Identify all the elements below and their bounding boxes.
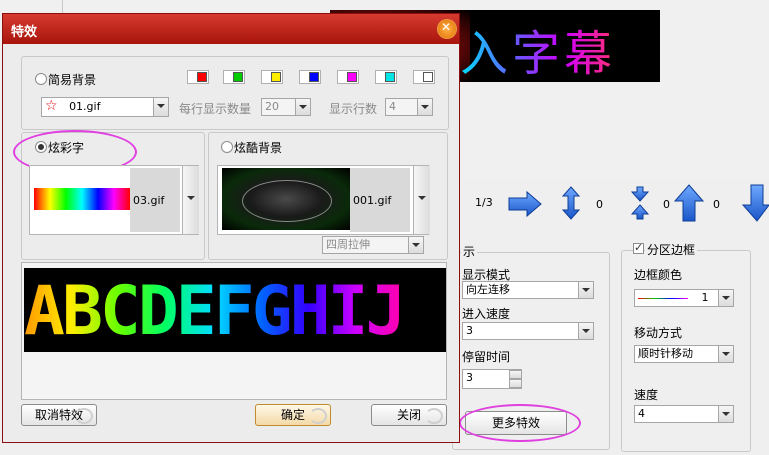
bubble-shape xyxy=(242,180,332,222)
border-speed-select[interactable]: 4 xyxy=(634,405,734,423)
converge-count: 0 xyxy=(663,198,670,211)
chevron-down-icon xyxy=(408,237,423,253)
spinner-down-button[interactable] xyxy=(509,379,522,388)
dialog-titlebar[interactable]: 特效 xyxy=(3,14,459,44)
scrollbar[interactable] xyxy=(413,166,430,234)
swatch-blue[interactable] xyxy=(299,70,321,84)
border-legend: 分区边框 xyxy=(645,241,698,258)
stretch-mode-select[interactable]: 四周拉伸 xyxy=(322,236,424,254)
per-row-select[interactable]: 20 xyxy=(261,98,311,116)
cool-bg-file: 001.gif xyxy=(353,194,392,207)
per-row-label: 每行显示数量 xyxy=(179,102,252,116)
rows-select[interactable]: 4 xyxy=(385,98,433,116)
display-legend: 示 xyxy=(461,243,478,260)
swatch-green[interactable] xyxy=(223,70,245,84)
more-effects-highlight xyxy=(459,404,581,442)
effect-preview-panel: ABCDEFGHIJ xyxy=(21,262,447,400)
swatch-white[interactable] xyxy=(413,70,435,84)
chevron-down-icon xyxy=(718,290,733,306)
border-speed-label: 速度 xyxy=(634,388,659,402)
enter-speed-select[interactable]: 3 xyxy=(462,322,594,340)
cool-bg-thumbnail xyxy=(222,168,350,230)
swirl-decoration-icon xyxy=(75,408,93,424)
scrollbar[interactable] xyxy=(182,166,199,234)
simple-bg-panel xyxy=(21,56,449,130)
up-count: 0 xyxy=(713,198,720,211)
swatch-yellow[interactable] xyxy=(261,70,283,84)
preview-text: ABCDEFGHIJ xyxy=(24,272,406,351)
chevron-down-icon xyxy=(153,98,168,116)
chevron-down-icon xyxy=(417,99,432,115)
chevron-down-icon xyxy=(578,282,593,298)
arrow-up-icon[interactable] xyxy=(674,184,704,222)
swatch-red[interactable] xyxy=(187,70,209,84)
page-indicator: 1/3 xyxy=(475,196,493,209)
arrow-converge-icon[interactable] xyxy=(630,186,650,220)
banner-text: 入字幕 xyxy=(460,14,616,82)
cool-bg-radio[interactable] xyxy=(221,141,233,153)
colorful-text-file: 03.gif xyxy=(133,194,165,207)
close-button[interactable]: 关闭 xyxy=(371,404,447,426)
swatch-magenta[interactable] xyxy=(337,70,359,84)
arrow-down-icon[interactable] xyxy=(742,184,769,222)
preview-canvas: ABCDEFGHIJ xyxy=(24,268,446,352)
chevron-down-icon xyxy=(578,323,593,339)
enter-speed-label: 进入速度 xyxy=(462,307,511,321)
border-color-select[interactable]: 1 xyxy=(634,289,734,307)
cool-bg-label: 炫酷背景 xyxy=(234,141,283,155)
color-line-preview xyxy=(638,297,688,299)
rainbow-thumbnail xyxy=(34,188,130,210)
cool-bg-picker[interactable]: 001.gif xyxy=(217,165,430,235)
updown-count: 0 xyxy=(596,198,603,211)
border-color-label: 边框颜色 xyxy=(634,268,683,282)
move-mode-label: 移动方式 xyxy=(634,326,683,340)
close-icon[interactable] xyxy=(437,19,457,39)
effects-dialog: 特效 简易背景 ☆ 01.gif 每行显示数量 20 显示行数 4 炫彩字 03… xyxy=(2,13,460,443)
star-icon: ☆ xyxy=(45,98,58,114)
arrow-right-icon[interactable] xyxy=(507,190,543,218)
colorful-text-picker[interactable]: 03.gif xyxy=(29,165,199,235)
border-checkbox[interactable] xyxy=(633,241,644,254)
dialog-title: 特效 xyxy=(11,25,38,40)
simple-bg-radio[interactable] xyxy=(35,73,47,85)
chevron-down-icon xyxy=(295,99,310,115)
swirl-decoration-icon xyxy=(309,408,327,424)
swirl-decoration-icon xyxy=(425,408,443,424)
cancel-effect-button[interactable]: 取消特效 xyxy=(21,404,97,426)
chevron-down-icon xyxy=(718,406,733,422)
simple-bg-file-select[interactable]: ☆ 01.gif xyxy=(41,97,169,117)
simple-bg-label: 简易背景 xyxy=(48,73,97,87)
move-mode-select[interactable]: 顺时针移动 xyxy=(634,345,734,363)
rows-label: 显示行数 xyxy=(329,102,378,116)
arrow-updown-icon[interactable] xyxy=(561,186,581,220)
ok-button[interactable]: 确定 xyxy=(255,404,331,426)
stay-time-label: 停留时间 xyxy=(462,350,511,364)
swatch-cyan[interactable] xyxy=(375,70,397,84)
display-mode-select[interactable]: 向左连移 xyxy=(462,281,594,299)
chevron-down-icon xyxy=(718,346,733,362)
spinner-up-button[interactable] xyxy=(509,370,522,379)
